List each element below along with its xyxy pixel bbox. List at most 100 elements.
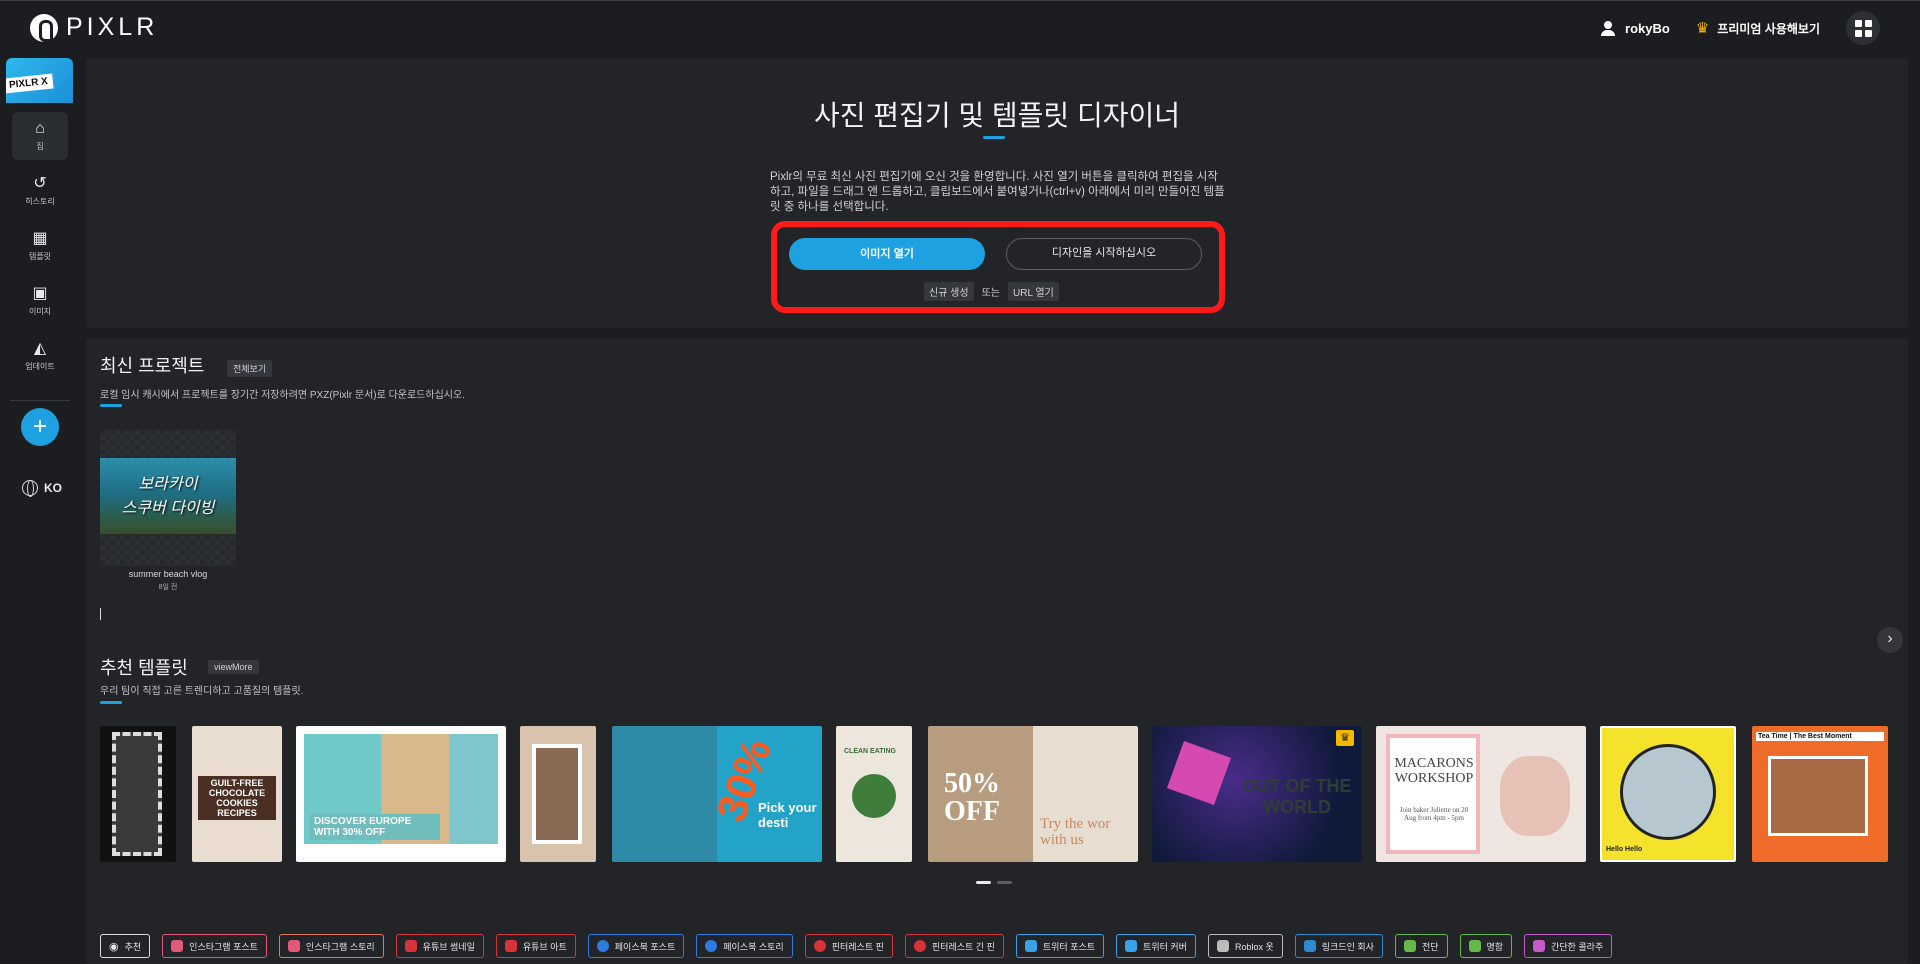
- category-roblox[interactable]: Roblox 옷: [1207, 934, 1283, 958]
- sidebar: PIXLR X ⌂ 집 ↺ 히스토리 ▦ 템플릿 ▣ 이미지 ◭ 업데이트 + …: [0, 56, 80, 964]
- category-facebook-story[interactable]: 페이스북 스토리: [696, 934, 793, 958]
- macarons-frame: [1386, 734, 1480, 854]
- flyer-icon: [1403, 940, 1416, 952]
- category-label: 인스타그램 포스트: [189, 941, 258, 952]
- page-title: 사진 편집기 및 템플릿 디자이너: [814, 100, 1180, 131]
- sidebar-item-home[interactable]: ⌂ 집: [12, 112, 68, 160]
- section-underline: [100, 701, 122, 704]
- category-recommended[interactable]: ◉ 추천: [100, 934, 151, 958]
- category-instagram-story[interactable]: 인스타그램 스토리: [278, 934, 384, 958]
- template-macarons[interactable]: MACARONS WORKSHOP Join baker Juliette on…: [1376, 726, 1586, 862]
- template-50-text: 50% OFF: [944, 768, 1000, 827]
- pixlr-x-label: PIXLR X: [6, 73, 54, 94]
- 3d-cube: [1166, 740, 1232, 806]
- macarons-photo: [1500, 756, 1570, 836]
- template-icon: ▦: [32, 229, 48, 247]
- category-label: Roblox 옷: [1234, 941, 1274, 952]
- category-twitter-cover[interactable]: 트위터 커버: [1116, 934, 1196, 958]
- premium-trial-button[interactable]: ♛ 프리미엄 사용해보기: [1696, 19, 1820, 37]
- template-yellow-circle[interactable]: Hello Hello: [1600, 726, 1736, 862]
- text-cursor: [100, 608, 101, 620]
- instagram-icon: [171, 940, 184, 952]
- template-world-text: OUT OF THE WORLD: [1242, 776, 1352, 817]
- template-50-off[interactable]: 50% OFF Try the wor with us: [928, 726, 1138, 862]
- category-youtube-art[interactable]: 유튜브 아트: [495, 934, 576, 958]
- project-thumbnail: 보라카이 스쿠버 다이빙: [100, 458, 236, 534]
- template-tea-text: Tea Time | The Best Moment: [1756, 732, 1884, 741]
- category-facebook-post[interactable]: 페이스북 포스트: [587, 934, 685, 958]
- sidebar-item-label: 업데이트: [25, 361, 55, 371]
- user-account[interactable]: rokyBo: [1601, 20, 1670, 36]
- page-dot-2[interactable]: [997, 881, 1012, 884]
- view-more-link[interactable]: viewMore: [208, 660, 259, 674]
- twitter-icon: [1024, 940, 1037, 952]
- template-3d-world[interactable]: OUT OF THE WORLD ♛: [1152, 726, 1362, 862]
- template-coffee-story[interactable]: [520, 726, 596, 862]
- recent-projects-subtitle: 로컬 임시 캐시에서 프로젝트를 장기간 저장하려면 PXZ(Pixlr 문서)…: [100, 390, 465, 401]
- globe-icon: [22, 480, 38, 497]
- category-business-card[interactable]: 명함: [1459, 934, 1513, 958]
- circle-photo: [1620, 744, 1716, 840]
- template-travel-30[interactable]: 30% Pick your desti: [612, 726, 822, 862]
- hero-panel: 사진 편집기 및 템플릿 디자이너 Pixlr의 무료 최신 사진 편집기에 오…: [86, 58, 1908, 328]
- apps-grid-button[interactable]: [1846, 11, 1880, 45]
- sidebar-item-label: 집: [36, 141, 44, 151]
- category-label: 명함: [1486, 941, 1504, 952]
- template-discover-europe[interactable]: DISCOVER EUROPE WITH 30% OFF: [296, 726, 506, 862]
- twitter-icon: [1125, 940, 1138, 952]
- template-50-caption: Try the wor with us: [1040, 816, 1111, 848]
- category-flyer[interactable]: 전단: [1394, 934, 1448, 958]
- carousel-next-button[interactable]: ›: [1877, 627, 1903, 653]
- business-card-icon: [1468, 940, 1481, 952]
- pixlr-x-badge[interactable]: PIXLR X: [6, 58, 73, 103]
- pixlr-logo[interactable]: PIXLR: [30, 13, 158, 42]
- sidebar-item-updates[interactable]: ◭ 업데이트: [12, 332, 68, 380]
- category-twitter-post[interactable]: 트위터 포스트: [1015, 934, 1105, 958]
- section-underline: [100, 404, 122, 407]
- category-label: 링크드인 회사: [1321, 941, 1374, 952]
- page-dot-1[interactable]: [976, 881, 991, 884]
- template-tea-time[interactable]: Tea Time | The Best Moment: [1752, 726, 1888, 862]
- template-macarons-caption: Join baker Juliette on 20 Aug from 4pm -…: [1399, 806, 1469, 822]
- project-card[interactable]: 보라카이 스쿠버 다이빙: [100, 430, 236, 566]
- template-clean-eating[interactable]: CLEAN EATING: [836, 726, 912, 862]
- template-cookies-text: GUILT-FREE CHOCOLATE COOKIES RECIPES: [198, 776, 276, 820]
- top-bar: PIXLR rokyBo ♛ 프리미엄 사용해보기: [0, 0, 1920, 56]
- linkedin-icon: [1303, 940, 1316, 952]
- category-linkedin-company[interactable]: 링크드인 회사: [1294, 934, 1383, 958]
- category-label: 핀터레스트 긴 핀: [931, 941, 995, 952]
- language-label: KO: [44, 481, 62, 495]
- category-simple-collage[interactable]: 간단한 콜라주: [1524, 934, 1613, 958]
- create-new-button[interactable]: +: [21, 408, 59, 446]
- pixlr-logo-icon: [30, 13, 58, 42]
- sidebar-item-history[interactable]: ↺ 히스토리: [12, 167, 68, 215]
- sidebar-item-templates[interactable]: ▦ 템플릿: [12, 222, 68, 270]
- template-cookies[interactable]: GUILT-FREE CHOCOLATE COOKIES RECIPES: [192, 726, 282, 862]
- category-youtube-thumbnail[interactable]: 유튜브 썸네일: [395, 934, 484, 958]
- pinterest-icon: [913, 940, 926, 952]
- sidebar-item-images[interactable]: ▣ 이미지: [12, 277, 68, 325]
- apps-grid-icon: [1854, 19, 1862, 27]
- premium-label: 프리미엄 사용해보기: [1717, 21, 1820, 36]
- youtube-icon: [404, 940, 417, 952]
- history-icon: ↺: [33, 174, 47, 192]
- pinterest-icon: [813, 940, 826, 952]
- category-label: 인스타그램 스토리: [305, 941, 375, 952]
- title-underline: [983, 136, 1005, 139]
- category-pinterest-long-pin[interactable]: 핀터레스트 긴 핀: [904, 934, 1004, 958]
- templates-subtitle: 우리 팀이 직접 고른 트렌디하고 고품질의 템플릿.: [100, 686, 304, 697]
- sidebar-item-label: 템플릿: [28, 251, 52, 261]
- chevron-right-icon: ›: [1887, 630, 1893, 647]
- language-selector[interactable]: KO: [22, 480, 62, 497]
- sidebar-item-label: 히스토리: [25, 196, 55, 206]
- template-film-strip[interactable]: [100, 726, 176, 862]
- recent-projects-title: 최신 프로젝트: [100, 356, 205, 376]
- category-pinterest-pin[interactable]: 핀터레스트 핀: [804, 934, 893, 958]
- crown-icon: ♛: [1695, 20, 1710, 37]
- category-instagram-post[interactable]: 인스타그램 포스트: [162, 934, 267, 958]
- category-label: 핀터레스트 핀: [831, 941, 884, 952]
- category-label: 추천: [124, 941, 142, 952]
- view-all-link[interactable]: 전체보기: [227, 360, 273, 377]
- plus-icon: +: [32, 413, 47, 440]
- template-travel-caption: Pick your desti: [758, 800, 817, 830]
